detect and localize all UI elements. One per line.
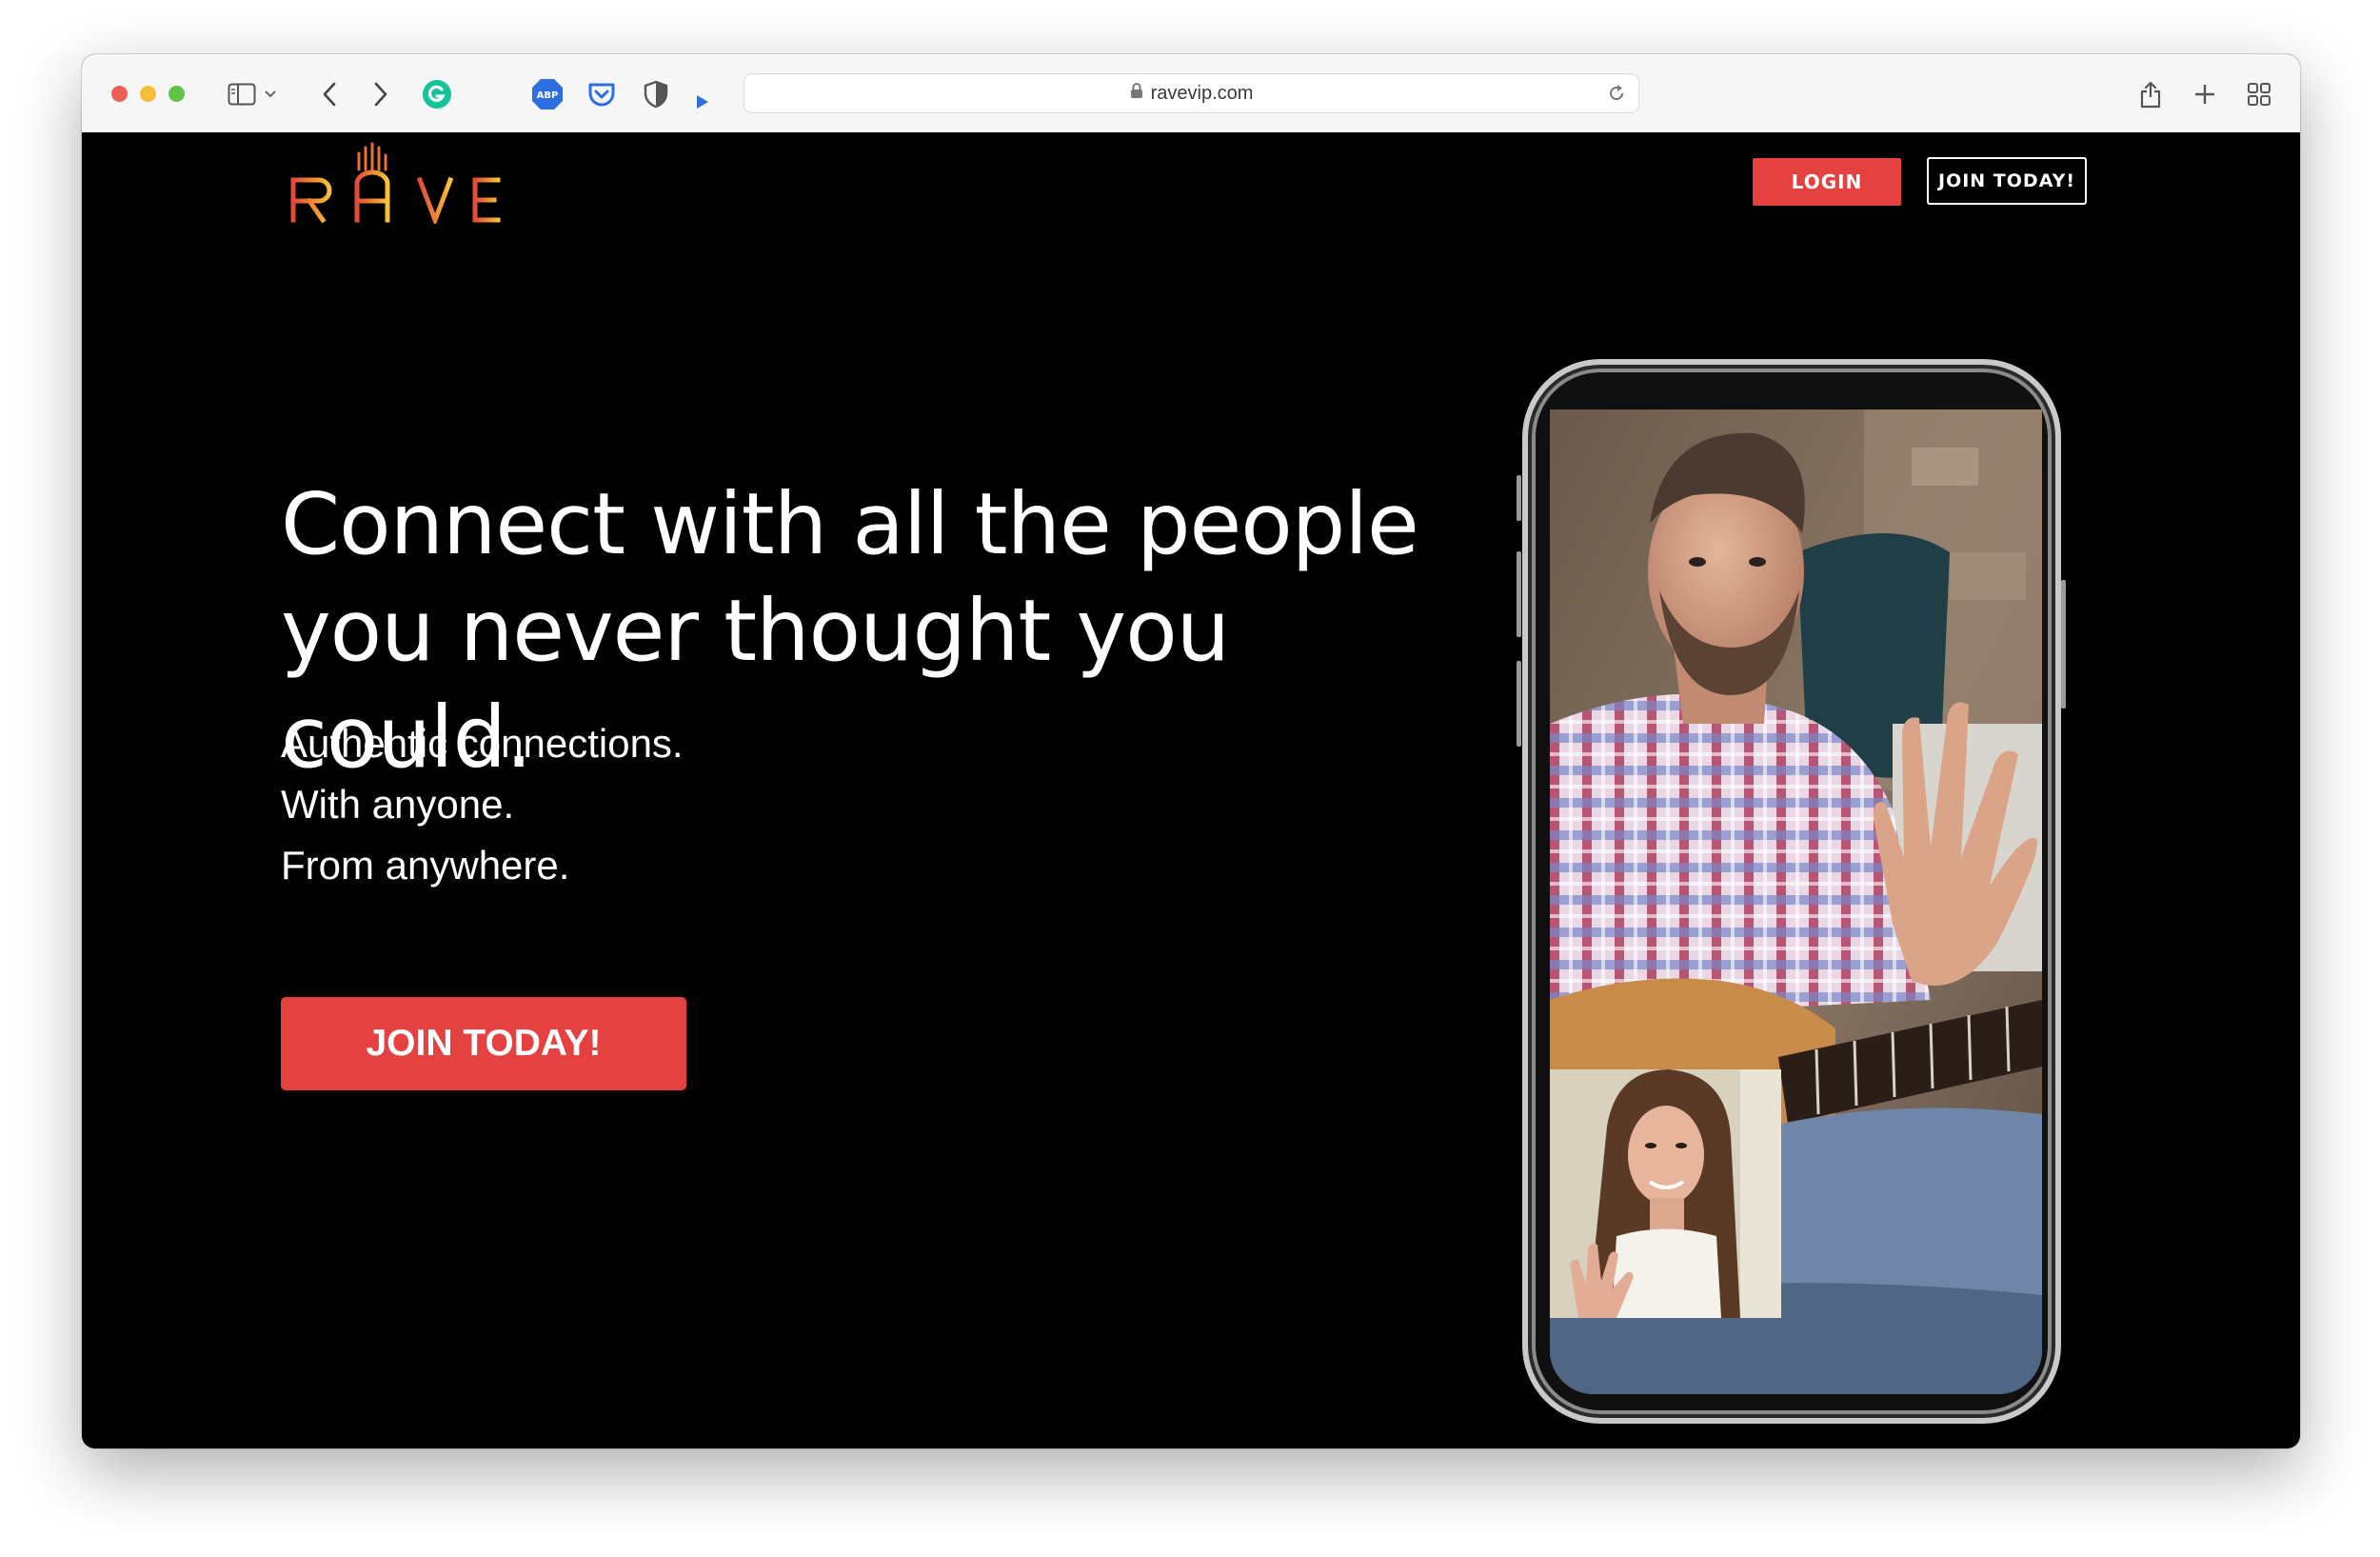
headline-line-1: Connect with all the people bbox=[281, 474, 1419, 573]
chevron-down-icon[interactable] bbox=[259, 75, 282, 113]
join-today-cta-button[interactable]: JOIN TODAY! bbox=[281, 997, 686, 1090]
grammarly-icon[interactable] bbox=[418, 75, 456, 113]
forward-arrow-icon[interactable] bbox=[362, 75, 400, 113]
tagline-line: With anyone. bbox=[281, 782, 515, 827]
browser-window: ABP ravevip.com LOGIN JOIN TODAY! Connec… bbox=[82, 54, 2300, 1448]
tagline-line: From anywhere. bbox=[281, 843, 570, 888]
reload-icon[interactable] bbox=[1602, 79, 1631, 108]
url-text[interactable]: ravevip.com bbox=[1151, 83, 1254, 105]
close-window-button[interactable] bbox=[111, 86, 128, 102]
phone-volume-down bbox=[1517, 661, 1521, 747]
minimize-window-button[interactable] bbox=[140, 86, 156, 102]
web-page: LOGIN JOIN TODAY! Connect with all the p… bbox=[82, 132, 2300, 1448]
login-button[interactable]: LOGIN bbox=[1753, 158, 1901, 206]
phone-power-button bbox=[2061, 580, 2066, 709]
video-call-self-view bbox=[1550, 1069, 1781, 1318]
join-today-nav-button[interactable]: JOIN TODAY! bbox=[1927, 157, 2087, 205]
rave-logo[interactable] bbox=[288, 138, 503, 228]
adblock-plus-icon[interactable]: ABP bbox=[528, 75, 566, 113]
pocket-icon[interactable] bbox=[583, 75, 621, 113]
tagline-line: Authentic connections. bbox=[281, 721, 684, 766]
lock-icon bbox=[1130, 82, 1143, 105]
address-bar[interactable]: ravevip.com bbox=[744, 73, 1639, 113]
back-arrow-icon[interactable] bbox=[310, 75, 348, 113]
zoom-window-button[interactable] bbox=[169, 86, 185, 102]
svg-text:ABP: ABP bbox=[537, 90, 559, 101]
play-extension-icon[interactable] bbox=[684, 83, 722, 121]
share-icon[interactable] bbox=[2132, 75, 2170, 113]
phone-volume-up bbox=[1517, 551, 1521, 637]
phone-silent-switch bbox=[1517, 475, 1521, 521]
new-tab-plus-icon[interactable] bbox=[2186, 75, 2224, 113]
privacy-shield-icon[interactable] bbox=[637, 75, 675, 113]
sidebar-icon[interactable] bbox=[223, 75, 261, 113]
tab-overview-icon[interactable] bbox=[2240, 75, 2278, 113]
browser-toolbar: ABP ravevip.com bbox=[82, 54, 2300, 133]
phone-screen bbox=[1550, 409, 2042, 1394]
hero-tagline: Authentic connections. With anyone. From… bbox=[281, 713, 684, 896]
